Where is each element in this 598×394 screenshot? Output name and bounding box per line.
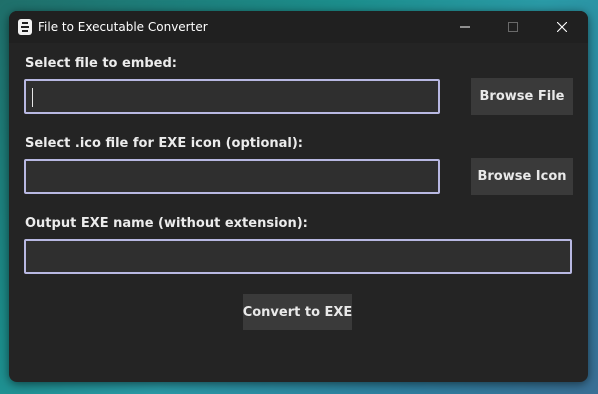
close-icon [557,22,567,32]
browse-icon-button[interactable]: Browse Icon [471,158,573,195]
output-name-field[interactable] [26,241,570,272]
convert-button[interactable]: Convert to EXE [243,294,352,330]
title-bar[interactable]: File to Executable Converter [9,11,588,43]
app-icon [18,19,32,35]
window-title: File to Executable Converter [38,20,208,34]
close-button[interactable] [539,11,585,43]
embed-file-input[interactable] [24,79,440,114]
minimize-icon [460,26,470,28]
browse-file-button[interactable]: Browse File [471,78,573,115]
maximize-button[interactable] [490,11,536,43]
icon-file-input[interactable] [24,159,440,194]
icon-file-label: Select .ico file for EXE icon (optional)… [25,136,304,151]
icon-file-field[interactable] [26,161,438,192]
text-caret [32,88,33,107]
output-name-input[interactable] [24,239,572,274]
embed-file-field[interactable] [26,81,438,112]
embed-file-label: Select file to embed: [25,56,177,71]
maximize-icon [508,22,518,32]
output-name-label: Output EXE name (without extension): [25,216,308,231]
minimize-button[interactable] [442,11,488,43]
app-window: File to Executable Converter Select file… [9,11,588,382]
